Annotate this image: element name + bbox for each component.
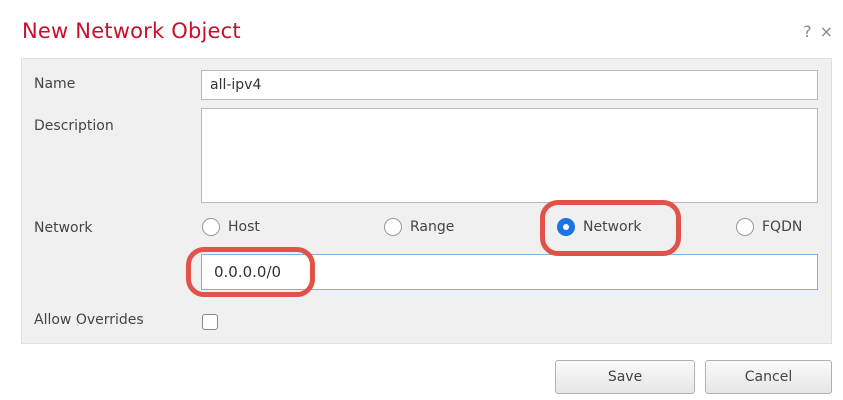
radio-host-circle[interactable] bbox=[202, 218, 220, 236]
cancel-button[interactable]: Cancel bbox=[705, 360, 832, 394]
name-label: Name bbox=[34, 76, 76, 92]
radio-host[interactable]: Host bbox=[202, 218, 260, 236]
save-button[interactable]: Save bbox=[555, 360, 695, 394]
radio-fqdn-circle[interactable] bbox=[736, 218, 754, 236]
radio-range[interactable]: Range bbox=[384, 218, 454, 236]
help-icon[interactable]: ? bbox=[803, 22, 812, 41]
radio-fqdn-label: FQDN bbox=[762, 219, 803, 235]
network-value-input[interactable]: 0.0.0.0/0 bbox=[201, 254, 818, 290]
dialog-title: New Network Object bbox=[22, 19, 241, 43]
description-label: Description bbox=[34, 118, 114, 134]
radio-fqdn[interactable]: FQDN bbox=[736, 218, 802, 236]
network-label: Network bbox=[34, 220, 93, 236]
radio-network-label: Network bbox=[583, 219, 642, 235]
name-input[interactable]: all-ipv4 bbox=[201, 70, 818, 100]
title-controls: ? × bbox=[803, 22, 833, 41]
radio-host-label: Host bbox=[228, 219, 260, 235]
allow-overrides-checkbox[interactable] bbox=[202, 314, 218, 330]
allow-overrides-label: Allow Overrides bbox=[34, 312, 144, 328]
radio-range-label: Range bbox=[410, 219, 455, 235]
close-icon[interactable]: × bbox=[820, 22, 833, 41]
description-textarea[interactable] bbox=[201, 108, 818, 203]
radio-network[interactable]: Network bbox=[557, 218, 641, 236]
radio-network-circle[interactable] bbox=[557, 218, 575, 236]
radio-range-circle[interactable] bbox=[384, 218, 402, 236]
